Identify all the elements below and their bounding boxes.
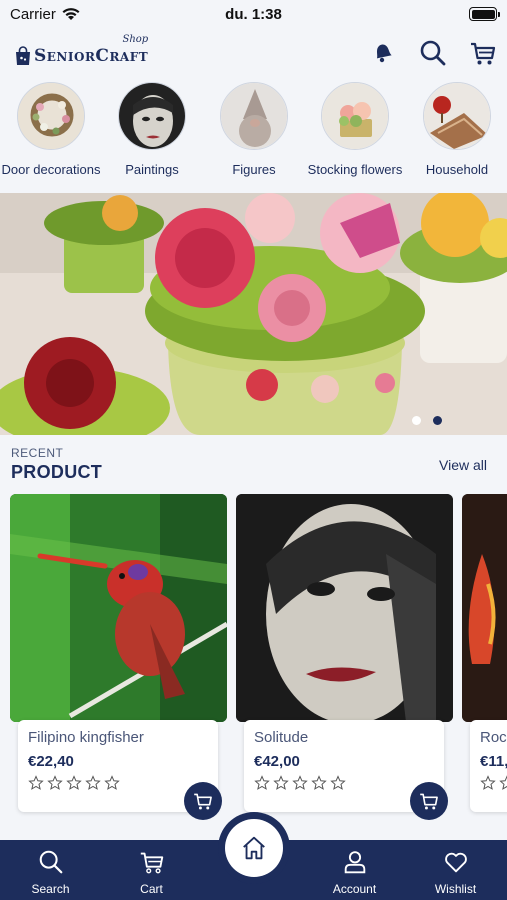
cart-icon — [420, 793, 438, 810]
category-label: Household — [425, 162, 489, 177]
carousel-dots — [412, 416, 442, 425]
user-icon — [344, 851, 365, 874]
rating-stars — [480, 775, 507, 791]
product-price: €22,40 — [28, 753, 74, 770]
tab-label: Cart — [140, 882, 163, 896]
product-name: Rock — [480, 729, 507, 746]
category-paintings[interactable]: Paintings — [100, 82, 204, 177]
category-label: Figures — [232, 162, 276, 177]
tab-account[interactable]: Account — [304, 840, 405, 900]
category-stocking-flowers[interactable]: Stocking flowers — [303, 82, 407, 177]
category-household[interactable]: Household — [405, 82, 507, 177]
category-label: Stocking flowers — [307, 162, 403, 177]
cart-icon[interactable] — [468, 38, 498, 68]
home-icon — [243, 836, 265, 860]
product-image[interactable] — [10, 494, 227, 722]
carousel-dot[interactable] — [412, 416, 421, 425]
product-image[interactable] — [462, 494, 507, 722]
flowers-thumbnail — [321, 82, 389, 150]
tab-cart[interactable]: Cart — [101, 840, 202, 900]
star-icon — [499, 775, 507, 790]
logo-tagline: Shop — [122, 34, 149, 45]
star-icon — [104, 775, 120, 790]
clock: du. 1:38 — [225, 6, 282, 23]
product-price: €11, — [480, 753, 507, 770]
star-icon — [480, 775, 496, 790]
cart-icon — [140, 852, 163, 874]
tab-label: Account — [332, 882, 377, 896]
battery-icon — [469, 7, 500, 21]
star-icon — [311, 775, 327, 790]
product-card[interactable]: Solitude €42,00 — [236, 494, 453, 820]
star-icon — [330, 775, 346, 790]
home-button[interactable] — [218, 812, 290, 884]
wreath-thumbnail — [17, 82, 85, 150]
product-card[interactable]: Filipino kingfisher €22,40 — [10, 494, 227, 820]
household-thumbnail — [423, 82, 491, 150]
star-icon — [292, 775, 308, 790]
logo-text: SeniorCraft — [34, 46, 149, 66]
star-icon — [85, 775, 101, 790]
tab-search[interactable]: Search — [0, 840, 101, 900]
search-icon[interactable] — [418, 38, 448, 68]
tab-label: Search — [31, 882, 70, 896]
add-to-cart-button[interactable] — [184, 782, 222, 820]
cart-icon — [194, 793, 212, 810]
section-kicker: RECENT — [11, 446, 64, 460]
product-info[interactable]: Solitude €42,00 — [244, 720, 448, 820]
category-door-decorations[interactable]: Door decorations — [0, 82, 103, 177]
product-price: €42,00 — [254, 753, 300, 770]
star-icon — [254, 775, 270, 790]
promo-banner[interactable] — [0, 193, 507, 435]
product-card[interactable]: Rock €11, — [462, 494, 507, 814]
bell-icon[interactable] — [368, 38, 398, 68]
product-name: Solitude — [254, 729, 309, 746]
star-icon — [273, 775, 289, 790]
view-all-link[interactable]: View all — [439, 457, 487, 473]
carousel-dot-active[interactable] — [433, 416, 442, 425]
painting-thumbnail — [118, 82, 186, 150]
product-info[interactable]: Filipino kingfisher €22,40 — [18, 720, 222, 820]
star-icon — [28, 775, 44, 790]
product-name: Filipino kingfisher — [28, 729, 144, 746]
product-image[interactable] — [236, 494, 453, 722]
gnome-thumbnail — [220, 82, 288, 150]
heart-icon — [444, 852, 467, 873]
category-label: Paintings — [125, 162, 179, 177]
search-icon — [39, 850, 62, 874]
rating-stars — [254, 775, 434, 791]
home-button-inner — [225, 819, 283, 877]
tab-label: Wishlist — [434, 882, 477, 896]
banner-image — [0, 193, 507, 435]
product-carousel[interactable]: Filipino kingfisher €22,40 Solitude €42,… — [0, 494, 507, 824]
tab-wishlist[interactable]: Wishlist — [405, 840, 506, 900]
category-figures[interactable]: Figures — [202, 82, 306, 177]
category-label: Door decorations — [1, 162, 101, 177]
category-strip: Door decorations Paintings Figures Stock… — [0, 82, 507, 182]
shopping-bag-logo-icon — [16, 46, 30, 65]
product-info[interactable]: Rock €11, — [470, 720, 507, 812]
rating-stars — [28, 775, 208, 791]
section-title: PRODUCT — [11, 462, 103, 482]
star-icon — [47, 775, 63, 790]
status-bar: Carrier du. 1:38 — [0, 0, 507, 30]
star-icon — [66, 775, 82, 790]
add-to-cart-button[interactable] — [410, 782, 448, 820]
logo[interactable]: SeniorCraft Shop — [14, 34, 149, 66]
app-header: SeniorCraft Shop — [0, 30, 507, 74]
